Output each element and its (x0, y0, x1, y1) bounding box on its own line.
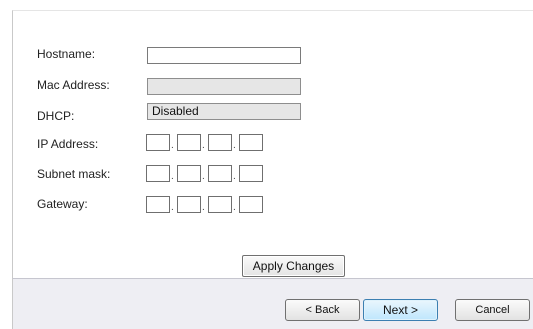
ip-address-label: IP Address: (37, 137, 99, 151)
subnet-octet-3[interactable] (208, 165, 232, 182)
ip-octet-1[interactable] (146, 134, 170, 151)
octet-separator: . (171, 140, 174, 151)
cancel-button[interactable]: Cancel (455, 299, 530, 321)
subnet-octet-2[interactable] (177, 165, 201, 182)
gateway-octet-1[interactable] (146, 196, 170, 213)
ip-octet-2[interactable] (177, 134, 201, 151)
octet-separator: . (171, 171, 174, 182)
hostname-label: Hostname: (37, 47, 96, 61)
gateway-octet-2[interactable] (177, 196, 201, 213)
gateway-input: . . . (146, 196, 266, 213)
octet-separator: . (233, 202, 236, 213)
octet-separator: . (233, 171, 236, 182)
network-settings-dialog: Hostname: Mac Address: DHCP: Disabled IP… (0, 0, 533, 329)
dhcp-label: DHCP: (37, 109, 75, 123)
next-button[interactable]: Next > (363, 299, 438, 321)
wizard-footer: < Back Next > Cancel (12, 278, 533, 329)
subnet-octet-1[interactable] (146, 165, 170, 182)
mac-address-label: Mac Address: (37, 78, 110, 92)
back-button[interactable]: < Back (285, 299, 360, 321)
subnet-octet-4[interactable] (239, 165, 263, 182)
subnet-mask-input: . . . (146, 165, 266, 182)
ip-octet-4[interactable] (239, 134, 263, 151)
gateway-octet-4[interactable] (239, 196, 263, 213)
gateway-octet-3[interactable] (208, 196, 232, 213)
octet-separator: . (202, 202, 205, 213)
octet-separator: . (202, 140, 205, 151)
ip-address-input: . . . (146, 134, 266, 151)
settings-panel: Hostname: Mac Address: DHCP: Disabled IP… (12, 10, 533, 278)
ip-octet-3[interactable] (208, 134, 232, 151)
hostname-input[interactable] (147, 47, 301, 64)
octet-separator: . (171, 202, 174, 213)
subnet-mask-label: Subnet mask: (37, 167, 111, 181)
gateway-label: Gateway: (37, 197, 88, 211)
dhcp-field: Disabled (147, 103, 301, 120)
octet-separator: . (202, 171, 205, 182)
mac-address-field (147, 78, 301, 95)
octet-separator: . (233, 140, 236, 151)
apply-changes-button[interactable]: Apply Changes (242, 255, 345, 277)
